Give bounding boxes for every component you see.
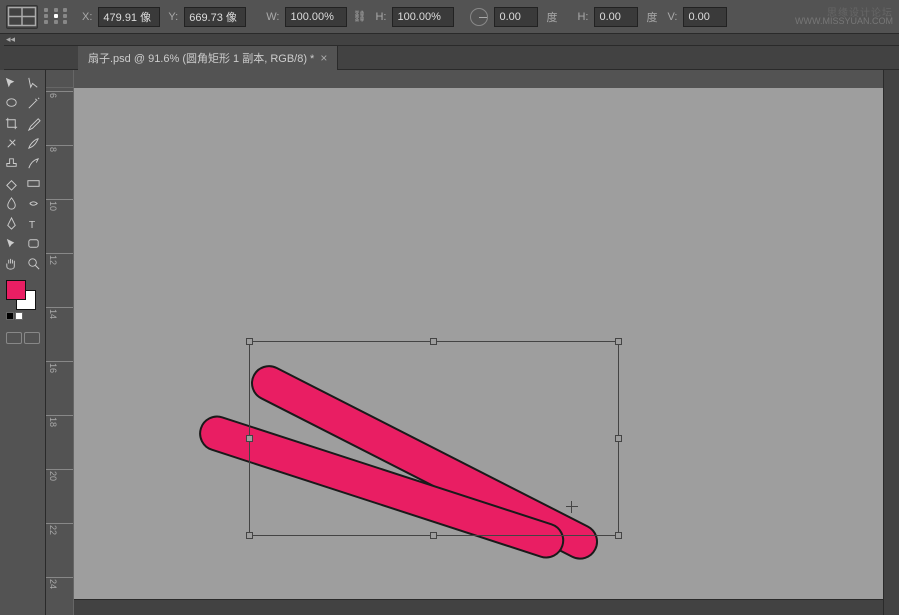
scrollbar-vertical[interactable] bbox=[883, 70, 899, 615]
link-icon[interactable]: ⛓ bbox=[351, 7, 367, 27]
brush-tool[interactable] bbox=[24, 134, 44, 152]
x-input[interactable] bbox=[98, 7, 160, 27]
eyedropper-tool[interactable] bbox=[24, 114, 44, 132]
artboard bbox=[119, 88, 819, 608]
w-label: W: bbox=[266, 11, 279, 23]
y-input[interactable] bbox=[184, 7, 246, 27]
healing-tool[interactable] bbox=[2, 134, 22, 152]
tab-title: 扇子.psd @ 91.6% (圆角矩形 1 副本, RGB/8) * bbox=[88, 50, 314, 66]
lasso-tool[interactable] bbox=[2, 94, 22, 112]
move-tool[interactable] bbox=[2, 74, 22, 92]
screen-mode[interactable] bbox=[2, 332, 43, 344]
h-label: H: bbox=[375, 11, 386, 23]
panel-collapse-strip[interactable] bbox=[0, 34, 4, 70]
y-label: Y: bbox=[168, 11, 178, 23]
handle-top-left[interactable] bbox=[246, 338, 253, 345]
canvas[interactable] bbox=[74, 88, 899, 615]
watermark-url: WWW.MISSYUAN.COM bbox=[795, 16, 893, 26]
dodge-tool[interactable] bbox=[24, 194, 44, 212]
ruler-vertical[interactable]: 681012141618202224 bbox=[46, 88, 74, 615]
h-input[interactable] bbox=[392, 7, 454, 27]
ruler-corner[interactable] bbox=[46, 70, 74, 88]
skew-v-label: V: bbox=[667, 11, 677, 23]
skew-h-label: H: bbox=[577, 11, 588, 23]
document-tab[interactable]: 扇子.psd @ 91.6% (圆角矩形 1 副本, RGB/8) * × bbox=[78, 46, 338, 70]
handle-bot-left[interactable] bbox=[246, 532, 253, 539]
pivot-point[interactable] bbox=[566, 501, 578, 513]
crop-tool[interactable] bbox=[2, 114, 22, 132]
shape-tool[interactable] bbox=[24, 234, 44, 252]
svg-text:T: T bbox=[29, 220, 36, 231]
scrollbar-horizontal[interactable] bbox=[74, 599, 883, 615]
default-colors-icon[interactable] bbox=[2, 312, 43, 320]
handle-bot-mid[interactable] bbox=[430, 532, 437, 539]
magic-wand-tool[interactable] bbox=[24, 94, 44, 112]
options-bar: X: Y: W: ⛓ H: 度 H: 度 V: bbox=[0, 0, 899, 34]
tab-header: ◂◂ bbox=[0, 34, 899, 46]
skew-h-input[interactable] bbox=[594, 7, 638, 27]
reference-point-icon[interactable] bbox=[42, 5, 74, 29]
handle-bot-right[interactable] bbox=[615, 532, 622, 539]
angle-input[interactable] bbox=[494, 7, 538, 27]
toolbox: T bbox=[0, 70, 46, 615]
zoom-tool[interactable] bbox=[24, 254, 44, 272]
workspace: T 0246810121416182022242628 681012141618… bbox=[0, 70, 899, 615]
skew-h-unit: 度 bbox=[646, 9, 657, 25]
x-label: X: bbox=[82, 11, 92, 23]
history-brush-tool[interactable] bbox=[24, 154, 44, 172]
handle-top-mid[interactable] bbox=[430, 338, 437, 345]
w-input[interactable] bbox=[285, 7, 347, 27]
eraser-tool[interactable] bbox=[2, 174, 22, 192]
path-select-tool[interactable] bbox=[2, 234, 22, 252]
gradient-tool[interactable] bbox=[24, 174, 44, 192]
blur-tool[interactable] bbox=[2, 194, 22, 212]
hand-tool[interactable] bbox=[2, 254, 22, 272]
handle-mid-right[interactable] bbox=[615, 435, 622, 442]
type-tool[interactable]: T bbox=[24, 214, 44, 232]
foreground-swatch[interactable] bbox=[6, 280, 26, 300]
artboard-tool[interactable] bbox=[24, 74, 44, 92]
close-icon[interactable]: × bbox=[320, 51, 327, 65]
stamp-tool[interactable] bbox=[2, 154, 22, 172]
color-swatches[interactable] bbox=[2, 280, 43, 308]
angle-icon[interactable] bbox=[470, 8, 488, 26]
skew-v-input[interactable] bbox=[683, 7, 727, 27]
handle-mid-left[interactable] bbox=[246, 435, 253, 442]
tab-bar: 扇子.psd @ 91.6% (圆角矩形 1 副本, RGB/8) * × bbox=[0, 46, 899, 70]
transform-preset-icon[interactable] bbox=[6, 5, 38, 29]
transform-bounding-box[interactable] bbox=[249, 341, 619, 536]
handle-top-right[interactable] bbox=[615, 338, 622, 345]
angle-unit: 度 bbox=[546, 9, 557, 25]
canvas-area: 0246810121416182022242628 68101214161820… bbox=[46, 70, 899, 615]
pen-tool[interactable] bbox=[2, 214, 22, 232]
